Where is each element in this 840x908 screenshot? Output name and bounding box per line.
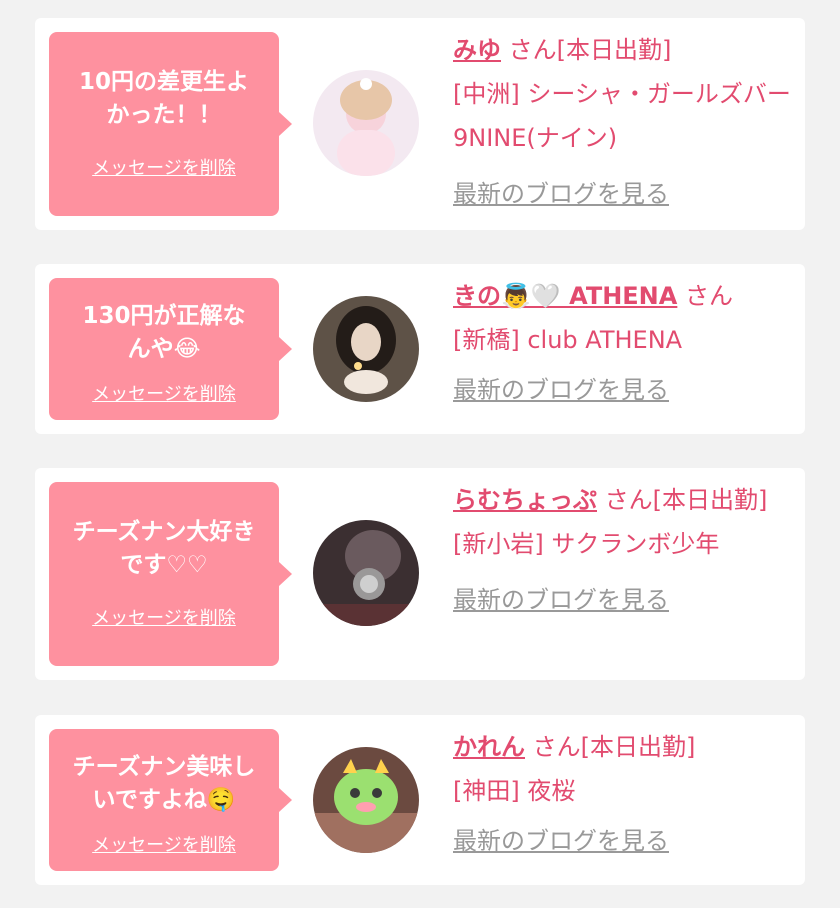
cast-name-link[interactable]: かれん (453, 733, 525, 761)
message-text: チーズナン美味し いですよね🤤 (72, 754, 256, 813)
shop-name: [中洲] シーシャ・ガールズバー 9NINE(ナイン) (453, 80, 791, 152)
latest-blog-link[interactable]: 最新のブログを見る (453, 368, 669, 412)
avatar[interactable] (313, 296, 419, 402)
message-text: チーズナン大好き です♡♡ (72, 519, 256, 578)
delete-message-link[interactable]: メッセージを削除 (92, 154, 236, 180)
cast-info: みゆ さん[本日出勤] [中洲] シーシャ・ガールズバー 9NINE(ナイン) … (453, 28, 793, 216)
avatar[interactable] (313, 747, 419, 853)
avatar[interactable] (313, 70, 419, 176)
message-bubble: 130円が正解な んや😂 メッセージを削除 (49, 278, 292, 420)
cast-name-link[interactable]: きの👼🤍 ATHENA (453, 282, 677, 310)
message-bubble: チーズナン大好き です♡♡ メッセージを削除 (49, 482, 292, 666)
cast-name-link[interactable]: らむちょっぷ (453, 486, 597, 514)
message-bubble: チーズナン美味し いですよね🤤 メッセージを削除 (49, 729, 292, 871)
delete-message-link[interactable]: メッセージを削除 (92, 831, 236, 857)
cast-status: さん[本日出勤] (501, 36, 672, 64)
message-card: チーズナン大好き です♡♡ メッセージを削除 らむちょっぷ さん[本日出勤] [新… (35, 468, 805, 680)
shop-name: [神田] 夜桜 (453, 777, 576, 805)
message-card: 130円が正解な んや😂 メッセージを削除 きの👼🤍 ATHENA さん [新橋]… (35, 264, 805, 434)
cast-info: きの👼🤍 ATHENA さん [新橋] club ATHENA 最新のブログを見… (453, 274, 793, 412)
message-text: 10円の差更生よ かった！！ (78, 69, 249, 128)
cast-info: らむちょっぷ さん[本日出勤] [新小岩] サクランボ少年 最新のブログを見る (453, 478, 793, 622)
cast-name-link[interactable]: みゆ (453, 36, 501, 64)
cast-status: さん (677, 282, 733, 310)
message-bubble: 10円の差更生よ かった！！ メッセージを削除 (49, 32, 292, 216)
delete-message-link[interactable]: メッセージを削除 (92, 380, 236, 406)
shop-name: [新橋] club ATHENA (453, 326, 683, 354)
message-card: チーズナン美味し いですよね🤤 メッセージを削除 かれん さん[本日出勤] [神田… (35, 715, 805, 885)
cast-status: さん[本日出勤] (597, 486, 768, 514)
latest-blog-link[interactable]: 最新のブログを見る (453, 819, 669, 863)
latest-blog-link[interactable]: 最新のブログを見る (453, 172, 669, 216)
message-text: 130円が正解な んや😂 (82, 303, 246, 362)
avatar[interactable] (313, 520, 419, 626)
message-card: 10円の差更生よ かった！！ メッセージを削除 みゆ さん[本日出勤] [中洲] … (35, 18, 805, 230)
cast-info: かれん さん[本日出勤] [神田] 夜桜 最新のブログを見る (453, 725, 793, 863)
latest-blog-link[interactable]: 最新のブログを見る (453, 578, 669, 622)
delete-message-link[interactable]: メッセージを削除 (92, 604, 236, 630)
cast-status: さん[本日出勤] (525, 733, 696, 761)
shop-name: [新小岩] サクランボ少年 (453, 530, 720, 558)
